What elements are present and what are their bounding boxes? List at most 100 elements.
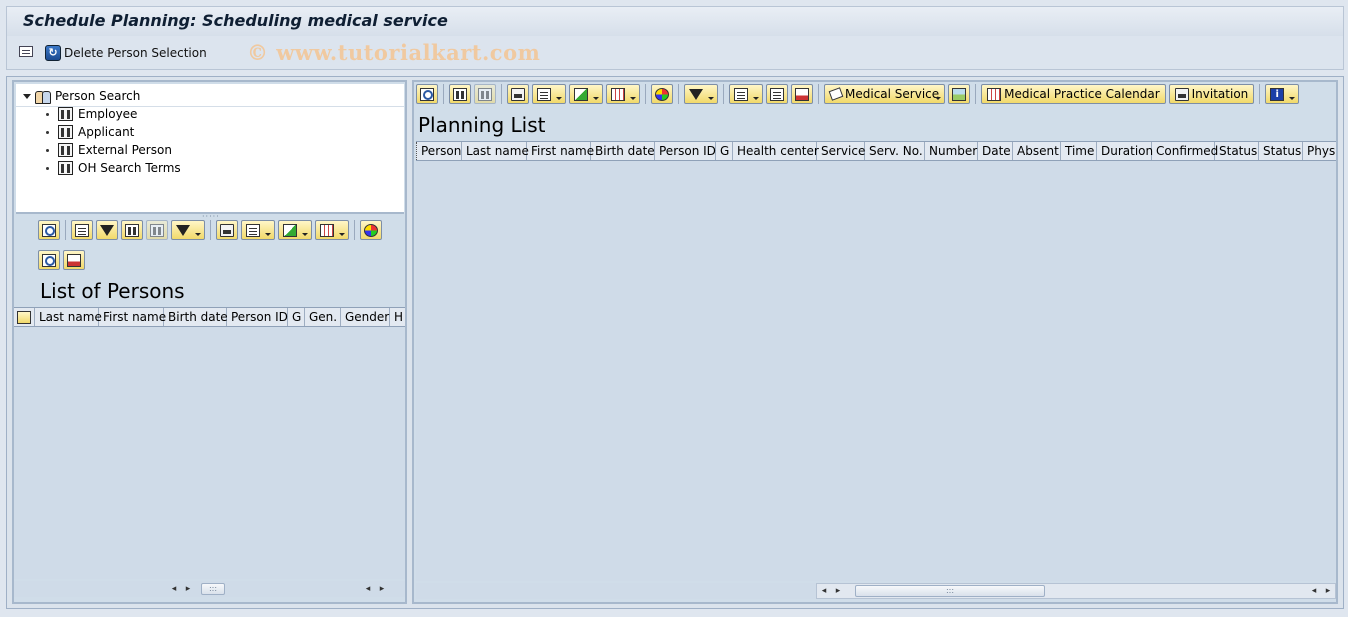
medical-service-label: Medical Service xyxy=(845,87,940,101)
column-header[interactable]: Number xyxy=(925,142,978,160)
column-header[interactable]: Status xyxy=(1259,142,1303,160)
column-header[interactable]: Birth date xyxy=(591,142,655,160)
toolbar-separator xyxy=(818,84,819,104)
delete-appointment-button[interactable] xyxy=(791,84,813,104)
watermark: © www.tutorialkart.com xyxy=(247,40,541,65)
column-header[interactable]: G xyxy=(716,142,733,160)
tree-item-label: External Person xyxy=(78,143,172,157)
export-button[interactable] xyxy=(569,84,603,104)
column-header[interactable]: First name xyxy=(527,142,594,160)
tree-item-employee[interactable]: Employee xyxy=(46,106,137,122)
info-button[interactable]: i xyxy=(1265,84,1300,104)
scroll-right-icon[interactable]: ▸ xyxy=(375,582,389,596)
find-button[interactable] xyxy=(449,84,471,104)
scroll-right-icon[interactable]: ▸ xyxy=(181,582,195,596)
filter-button[interactable] xyxy=(684,84,718,104)
medical-practice-calendar-button[interactable]: Medical Practice Calendar xyxy=(981,84,1166,104)
printer-icon xyxy=(511,87,525,101)
column-header[interactable]: H xyxy=(390,308,405,326)
column-header[interactable]: G xyxy=(288,308,305,326)
invitation-button[interactable]: Invitation xyxy=(1168,84,1255,104)
views-icon xyxy=(246,223,260,237)
column-header[interactable]: Time xyxy=(1061,142,1097,160)
toolbar-separator xyxy=(645,84,646,104)
delete-person-selection-button[interactable]: ↻ Delete Person Selection xyxy=(45,44,207,62)
tree-item-external-person[interactable]: External Person xyxy=(46,142,172,158)
delete-person-selection-label: Delete Person Selection xyxy=(64,46,207,60)
scroll-left-icon[interactable]: ◂ xyxy=(167,582,181,596)
list-of-persons-title: List of Persons xyxy=(40,279,185,303)
column-header[interactable]: Serv. No. xyxy=(865,142,925,160)
graphic-button[interactable] xyxy=(651,84,673,104)
toolbar-separator xyxy=(354,220,355,240)
layout-button[interactable] xyxy=(315,220,349,240)
column-header[interactable]: First name xyxy=(99,308,166,326)
column-header[interactable]: Health center xyxy=(733,142,819,160)
tree-item-oh-search-terms[interactable]: OH Search Terms xyxy=(46,160,181,176)
scroll-left-icon[interactable]: ◂ xyxy=(1307,584,1321,598)
column-header[interactable]: Last name xyxy=(35,308,102,326)
sort-ascending-button[interactable] xyxy=(71,220,93,240)
scroll-right-icon[interactable]: ▸ xyxy=(831,584,845,598)
add-to-planning-button[interactable] xyxy=(63,250,85,270)
column-header[interactable]: Duration xyxy=(1097,142,1153,160)
expand-arrow-icon[interactable] xyxy=(23,93,31,99)
export-icon xyxy=(574,87,588,101)
scroll-thumb[interactable]: ::: xyxy=(855,585,1045,597)
layout-button[interactable] xyxy=(606,84,640,104)
graphic-button[interactable] xyxy=(360,220,382,240)
column-header[interactable]: Physi xyxy=(1303,142,1336,160)
column-header[interactable]: Absent xyxy=(1013,142,1061,160)
column-header[interactable]: Gender xyxy=(341,308,390,326)
person-picture-button[interactable] xyxy=(948,84,971,104)
details-button[interactable] xyxy=(416,84,438,104)
person-details-button[interactable] xyxy=(38,250,60,270)
select-all-button[interactable] xyxy=(14,308,35,326)
sort-descending-button[interactable] xyxy=(96,220,118,240)
toolbar-separator xyxy=(210,220,211,240)
column-header[interactable]: Service xyxy=(817,142,865,160)
scroll-left-icon[interactable]: ◂ xyxy=(817,584,831,598)
magnifier-icon xyxy=(420,87,434,101)
column-header[interactable]: Last name xyxy=(462,142,529,160)
appointment-list-button[interactable] xyxy=(766,84,788,104)
find-next-button[interactable] xyxy=(474,84,496,104)
column-header[interactable]: Person ID xyxy=(655,142,716,160)
find-next-button[interactable] xyxy=(146,220,168,240)
bullet-icon xyxy=(46,166,49,170)
views-button[interactable] xyxy=(532,84,566,104)
find-button[interactable] xyxy=(121,220,143,240)
column-header[interactable]: Person ID xyxy=(227,308,288,326)
column-header[interactable]: Date xyxy=(978,142,1013,160)
details-button[interactable] xyxy=(38,220,60,240)
tree-root-label: Person Search xyxy=(55,89,141,103)
scroll-left-icon[interactable]: ◂ xyxy=(361,582,375,596)
toolbar-separator xyxy=(1259,84,1261,104)
export-button[interactable] xyxy=(278,220,312,240)
column-header[interactable]: Birth date xyxy=(164,308,228,326)
column-header[interactable]: Status xyxy=(1215,142,1259,160)
scroll-right-icon[interactable]: ▸ xyxy=(1321,584,1335,598)
planning-list-scroll-area xyxy=(416,583,816,599)
column-header[interactable]: Gen. xyxy=(305,308,341,326)
binoculars-icon xyxy=(58,125,73,139)
print-button[interactable] xyxy=(216,220,238,240)
person-icon xyxy=(42,253,56,267)
print-button[interactable] xyxy=(507,84,529,104)
appointment-button[interactable] xyxy=(729,84,763,104)
binoculars-icon xyxy=(58,107,73,121)
column-header[interactable]: Person xyxy=(416,142,462,160)
tree-item-label: OH Search Terms xyxy=(78,161,181,175)
views-button[interactable] xyxy=(241,220,275,240)
document-add-icon xyxy=(67,253,81,267)
invitation-label: Invitation xyxy=(1191,87,1249,101)
menu-icon[interactable] xyxy=(19,46,33,57)
column-header[interactable]: Confirmed xyxy=(1152,142,1218,160)
tree-root-person-search[interactable]: Person Search xyxy=(23,88,140,104)
filter-button[interactable] xyxy=(171,220,205,240)
toolbar-separator xyxy=(501,84,502,104)
views-icon xyxy=(537,87,551,101)
medical-service-button[interactable]: Medical Service xyxy=(824,84,946,104)
tree-item-applicant[interactable]: Applicant xyxy=(46,124,134,140)
scroll-thumb[interactable]: ::: xyxy=(201,583,225,595)
